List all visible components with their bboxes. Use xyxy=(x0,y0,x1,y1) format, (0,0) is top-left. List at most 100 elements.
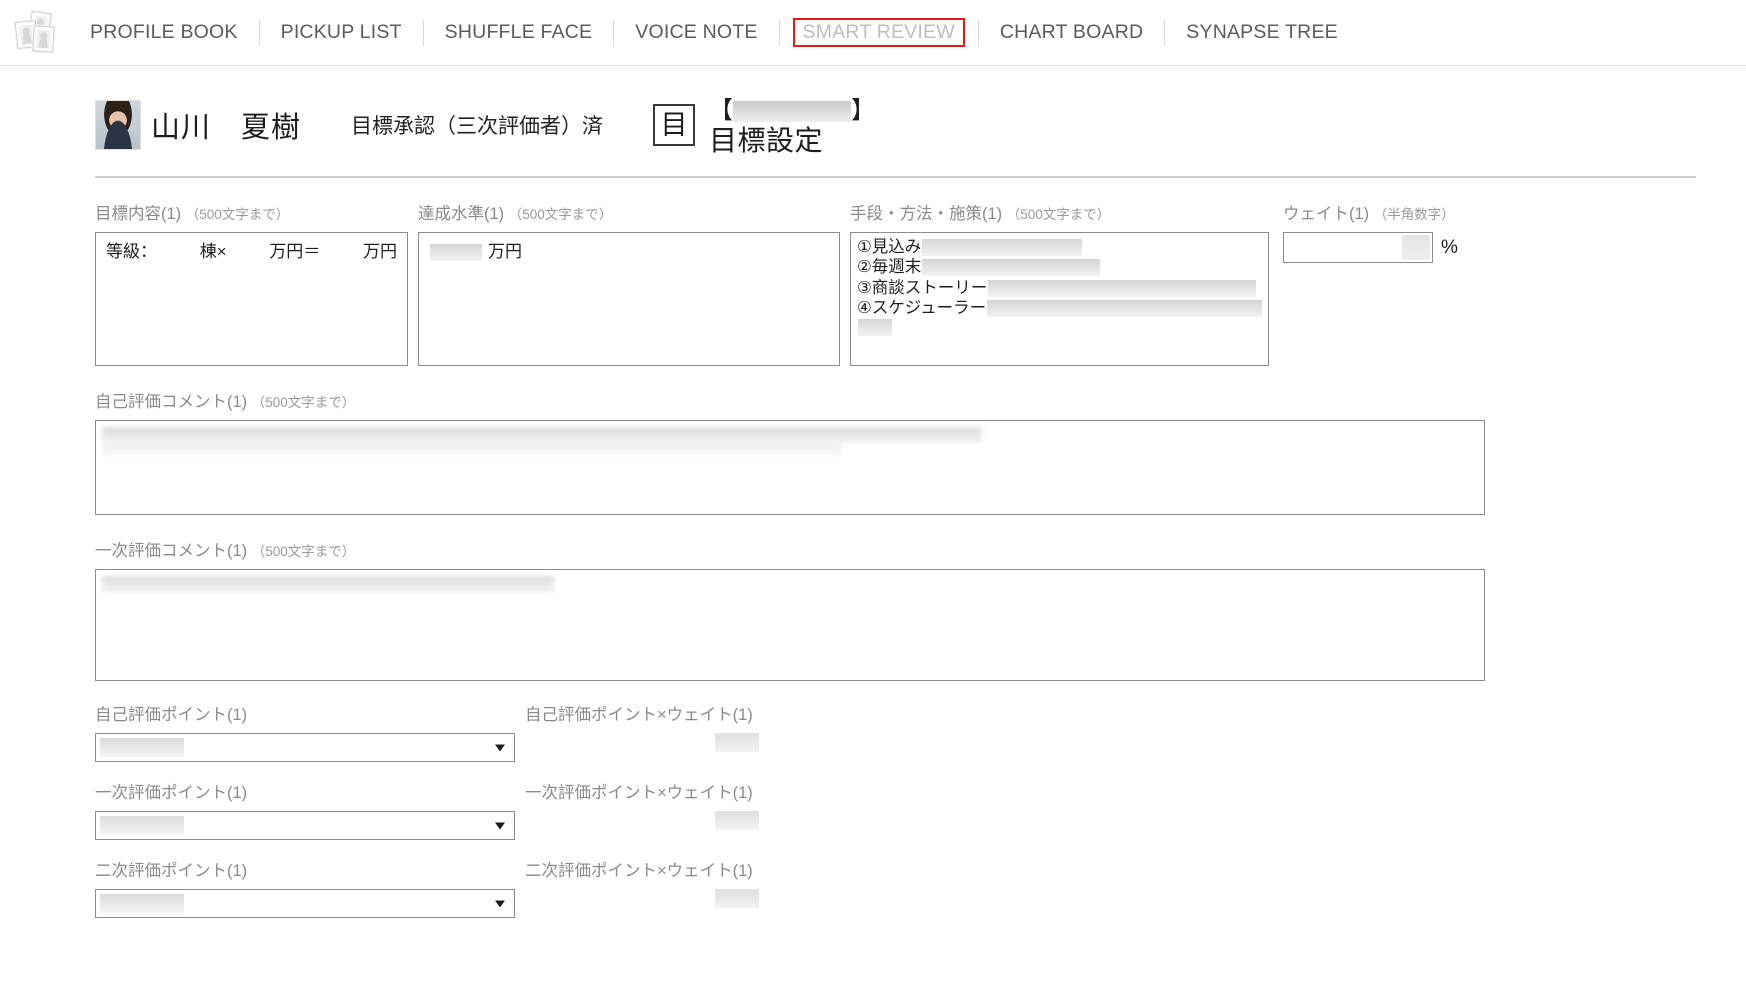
method-measures-label-note: （500文字まで） xyxy=(1006,207,1111,222)
nav-item-shuffle-face[interactable]: SHUFFLE FACE xyxy=(437,18,601,47)
chevron-down-icon[interactable] xyxy=(495,900,505,907)
first-evaluation-point-row: 一次評価ポイント(1) 一次評価ポイント×ウェイト(1) xyxy=(95,779,1746,840)
method-redaction-4 xyxy=(987,300,1262,318)
chevron-down-icon[interactable] xyxy=(495,822,505,829)
second-evaluation-weighted-col: 二次評価ポイント×ウェイト(1) xyxy=(525,857,955,908)
method-redaction-1 xyxy=(922,238,1083,256)
method-redaction-2 xyxy=(922,259,1101,277)
method-measures-textarea[interactable]: ① 見込み ② 毎週末 ③ 商談ストーリー ④ スケジューラー xyxy=(850,232,1269,366)
logo-card-3 xyxy=(32,24,55,53)
grade-prefix: 等級： xyxy=(106,242,157,261)
method-line-3: ③ 商談ストーリー xyxy=(857,278,1262,298)
achievement-level-label: 達成水準(1) （500文字まで） xyxy=(418,200,840,224)
self-evaluation-point-select-col: 自己評価ポイント(1) xyxy=(95,701,525,762)
nav-item-voice-note[interactable]: VOICE NOTE xyxy=(627,18,765,47)
weight-label-text: ウェイト(1) xyxy=(1283,205,1370,223)
weight-percent-unit: % xyxy=(1441,237,1458,258)
weight-input[interactable] xyxy=(1283,232,1433,263)
method-measures-label: 手段・方法・施策(1) （500文字まで） xyxy=(850,200,1269,224)
method-text-2: 毎週末 xyxy=(871,258,922,277)
second-evaluation-point-row: 二次評価ポイント(1) 二次評価ポイント×ウェイト(1) xyxy=(95,857,1746,918)
method-line-2: ② 毎週末 xyxy=(857,257,1262,277)
grade-unit-2: 万円＝ xyxy=(269,242,321,261)
nav-item-pickup-list[interactable]: PICKUP LIST xyxy=(273,18,410,47)
redacted-amount xyxy=(430,243,482,261)
evaluation-points-section: 自己評価ポイント(1) 自己評価ポイント×ウェイト(1) 一次評価ポイント(1) xyxy=(0,701,1746,918)
second-evaluation-point-select-col: 二次評価ポイント(1) xyxy=(95,857,525,918)
self-evaluation-weighted-label: 自己評価ポイント×ウェイト(1) xyxy=(525,706,753,724)
goal-content-label: 目標内容(1) （500文字まで） xyxy=(95,200,408,224)
nav-separator xyxy=(422,19,424,46)
goal-content-label-note: （500文字まで） xyxy=(185,207,290,222)
nav-separator xyxy=(258,19,260,46)
method-line-4: ④ スケジューラー xyxy=(857,298,1262,318)
first-evaluation-point-selected-value xyxy=(100,816,184,835)
page-content: 山川 夏樹 目標承認（三次評価者）済 目 【 】 目標設定 目標内容(1) （5… xyxy=(0,66,1746,918)
first-evaluation-weighted-col: 一次評価ポイント×ウェイト(1) xyxy=(525,779,955,830)
first-evaluation-point-select-col: 一次評価ポイント(1) xyxy=(95,779,525,840)
goal-fields-row: 目標内容(1) （500文字まで） 等級： 棟× 万円＝ 万円 達成水準(1) … xyxy=(0,178,1746,366)
achievement-level-label-text: 達成水準(1) xyxy=(418,205,505,223)
second-evaluation-point-selected-value xyxy=(100,894,184,913)
document-icon: 目 xyxy=(653,104,696,146)
redacted-comment-line-1 xyxy=(102,427,982,443)
self-evaluation-comment-textarea[interactable] xyxy=(95,420,1485,515)
method-measures-label-text: 手段・方法・施策(1) xyxy=(850,205,1003,223)
self-evaluation-comment-label-note: （500文字まで） xyxy=(251,395,356,410)
second-evaluation-weighted-label: 二次評価ポイント×ウェイト(1) xyxy=(525,862,753,880)
nav-separator xyxy=(1164,19,1166,46)
first-evaluation-point-select[interactable] xyxy=(95,811,515,840)
second-evaluation-point-label: 二次評価ポイント(1) xyxy=(95,862,248,880)
nav-separator xyxy=(778,19,780,46)
first-evaluation-comment-label: 一次評価コメント(1) （500文字まで） xyxy=(95,537,1746,561)
method-measures-field: 手段・方法・施策(1) （500文字まで） ① 見込み ② 毎週末 ③ 商談ストーリー… xyxy=(840,200,1269,366)
bracket-close: 】 xyxy=(851,97,876,124)
first-evaluation-comment-textarea[interactable] xyxy=(95,569,1485,681)
nav-items: PROFILE BOOK PICKUP LIST SHUFFLE FACE VO… xyxy=(82,18,1346,47)
self-evaluation-weighted-value xyxy=(715,733,759,752)
goal-content-field: 目標内容(1) （500文字まで） 等級： 棟× 万円＝ 万円 xyxy=(95,200,408,366)
nav-item-synapse-tree[interactable]: SYNAPSE TREE xyxy=(1178,18,1346,47)
grade-unit-1: 棟× xyxy=(199,242,227,261)
achievement-level-field: 達成水準(1) （500文字まで） 万円 xyxy=(408,200,840,366)
photo-stack-logo-icon[interactable] xyxy=(14,10,60,56)
method-text-4: スケジューラー xyxy=(871,299,987,318)
redacted-comment-line-1 xyxy=(102,576,554,592)
self-evaluation-point-select[interactable] xyxy=(95,733,515,762)
method-redaction-3 xyxy=(988,279,1257,297)
chevron-down-icon[interactable] xyxy=(495,744,505,751)
first-evaluation-weighted-value xyxy=(715,811,759,830)
method-line-1: ① 見込み xyxy=(857,237,1262,257)
nav-item-smart-review[interactable]: SMART REVIEW xyxy=(792,18,965,47)
avatar xyxy=(95,100,141,150)
achievement-unit: 万円 xyxy=(488,242,522,261)
top-navigation-bar: PROFILE BOOK PICKUP LIST SHUFFLE FACE VO… xyxy=(0,0,1746,66)
first-evaluation-weighted-label: 一次評価ポイント×ウェイト(1) xyxy=(525,784,753,802)
self-evaluation-point-selected-value xyxy=(100,738,184,757)
achievement-level-label-note: （500文字まで） xyxy=(508,207,613,222)
goal-content-label-text: 目標内容(1) xyxy=(95,205,182,223)
nav-separator xyxy=(613,19,615,46)
weight-redacted-value xyxy=(1402,235,1430,260)
weight-label-note: （半角数字） xyxy=(1373,207,1455,222)
achievement-level-textarea[interactable]: 万円 xyxy=(418,232,840,366)
method-marker-2: ② xyxy=(857,258,872,277)
self-evaluation-comment-label-text: 自己評価コメント(1) xyxy=(95,393,248,411)
second-evaluation-point-select[interactable] xyxy=(95,889,515,918)
method-redaction-5 xyxy=(858,318,892,336)
nav-item-chart-board[interactable]: CHART BOARD xyxy=(992,18,1151,47)
grade-unit-3: 万円 xyxy=(363,242,397,261)
weight-field: ウェイト(1) （半角数字） % xyxy=(1283,200,1458,366)
first-evaluation-point-label: 一次評価ポイント(1) xyxy=(95,784,248,802)
profile-header: 山川 夏樹 目標承認（三次評価者）済 目 【 】 目標設定 xyxy=(0,66,1746,162)
goal-content-value-line: 等級： 棟× 万円＝ 万円 xyxy=(106,241,397,264)
nav-item-profile-book[interactable]: PROFILE BOOK xyxy=(82,18,246,47)
self-evaluation-weighted-col: 自己評価ポイント×ウェイト(1) xyxy=(525,701,955,752)
self-evaluation-point-row: 自己評価ポイント(1) 自己評価ポイント×ウェイト(1) xyxy=(95,701,1746,762)
method-line-5 xyxy=(857,318,1262,336)
page-title-block: 【 】 目標設定 xyxy=(709,99,875,159)
achievement-level-value-line: 万円 xyxy=(429,241,829,264)
goal-content-textarea[interactable]: 等級： 棟× 万円＝ 万円 xyxy=(95,232,408,366)
method-marker-1: ① xyxy=(857,238,872,256)
page-title: 目標設定 xyxy=(709,125,824,156)
